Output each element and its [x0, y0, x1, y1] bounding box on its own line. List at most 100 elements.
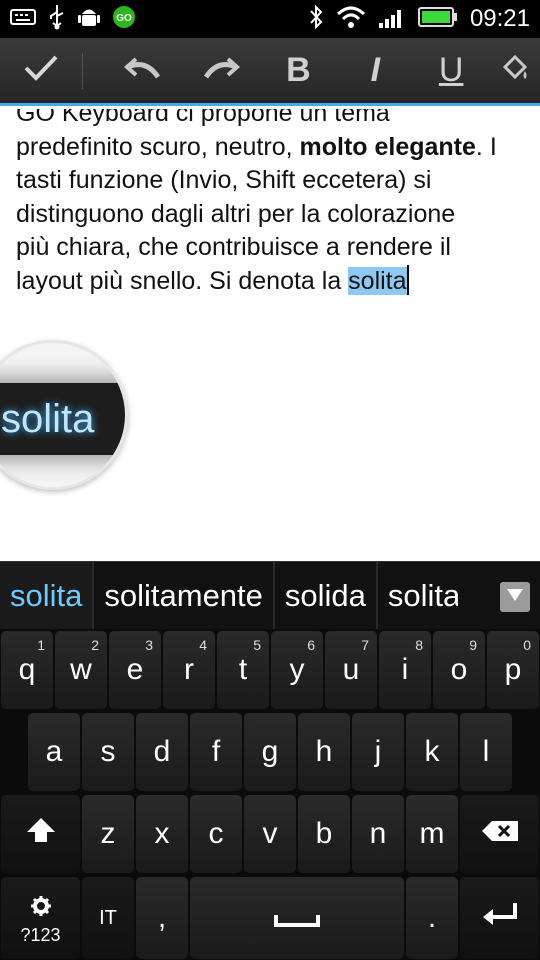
key-c[interactable]: c	[190, 795, 242, 873]
key-o[interactable]: 9o	[433, 631, 485, 709]
undo-icon	[123, 55, 162, 86]
go-keyboard-icon: GO	[112, 5, 136, 34]
key-q[interactable]: 1q	[1, 631, 53, 709]
comma-label: ,	[157, 901, 167, 934]
document-area[interactable]: GO Keyboard ci propone un tema predefini…	[0, 109, 540, 561]
key-label: o	[450, 653, 468, 686]
expand-suggestions-button[interactable]	[500, 582, 530, 612]
key-w[interactable]: 2w	[55, 631, 107, 709]
comma-key[interactable]: ,	[136, 877, 188, 959]
key-label: f	[211, 735, 221, 768]
suggestion-item[interactable]: solitamente	[94, 561, 275, 630]
space-icon	[274, 901, 320, 935]
suggestion-item[interactable]: solida	[275, 561, 378, 630]
text-line: predefinito scuro, neutro, molto elegant…	[16, 131, 526, 165]
key-g[interactable]: g	[244, 713, 296, 791]
battery-icon	[417, 6, 458, 33]
enter-key[interactable]	[460, 877, 539, 959]
key-label: q	[18, 653, 36, 686]
key-label: p	[504, 653, 522, 686]
key-hint: 0	[523, 637, 531, 653]
bold-button[interactable]: B	[261, 37, 337, 105]
key-label: y	[289, 653, 305, 686]
key-v[interactable]: v	[244, 795, 296, 873]
status-bar: GO 09:21	[0, 0, 540, 38]
key-a[interactable]: a	[28, 713, 80, 791]
magnifier-text: solita	[1, 397, 95, 441]
space-key[interactable]	[190, 877, 404, 959]
key-label: l	[482, 735, 490, 768]
italic-icon: I	[370, 51, 381, 89]
undo-button[interactable]	[105, 37, 181, 105]
suggestion-item[interactable]: solita	[378, 562, 458, 630]
key-label: j	[374, 735, 382, 768]
key-label: b	[315, 817, 333, 850]
key-label: n	[369, 817, 387, 850]
key-i[interactable]: 8i	[379, 631, 431, 709]
key-e[interactable]: 3e	[109, 631, 161, 709]
text-segment: predefinito scuro, neutro,	[16, 132, 300, 161]
key-r[interactable]: 4r	[163, 631, 215, 709]
status-time: 09:21	[469, 5, 530, 32]
key-l[interactable]: l	[460, 713, 512, 791]
key-m[interactable]: m	[406, 795, 458, 873]
key-hint: 5	[253, 637, 261, 653]
key-hint: 2	[91, 637, 99, 653]
toolbar-gap	[83, 37, 105, 105]
key-label: w	[70, 653, 92, 686]
text-cursor	[406, 264, 409, 295]
key-label: t	[238, 653, 248, 686]
settings-icon	[30, 891, 52, 925]
key-hint: 8	[415, 637, 423, 653]
key-d[interactable]: d	[136, 713, 188, 791]
key-b[interactable]: b	[298, 795, 350, 873]
key-label: m	[419, 817, 445, 850]
key-label: h	[315, 735, 333, 768]
key-label: x	[154, 817, 170, 850]
key-t[interactable]: 5t	[217, 631, 269, 709]
suggestion-item[interactable]: solita	[0, 561, 95, 630]
key-f[interactable]: f	[190, 713, 242, 791]
selected-word[interactable]: solita	[348, 266, 407, 295]
key-n[interactable]: n	[352, 795, 404, 873]
android-debug-icon	[78, 5, 100, 34]
fill-color-button[interactable]	[488, 37, 540, 105]
symbols-label: ?123	[20, 924, 61, 945]
key-s[interactable]: s	[82, 713, 134, 791]
key-label: d	[153, 735, 171, 768]
backspace-key[interactable]	[460, 795, 539, 873]
redo-icon	[202, 55, 240, 86]
formatting-toolbar: B I U	[0, 38, 540, 106]
keyboard-icon	[10, 8, 36, 30]
text-line: più chiara, che contribuisce a rendere i…	[16, 233, 451, 261]
period-key[interactable]: .	[406, 877, 458, 959]
shift-key[interactable]	[1, 795, 80, 873]
text-segment: layout più snello. Si denota la	[16, 266, 349, 295]
key-u[interactable]: 7u	[325, 631, 377, 709]
key-label: i	[401, 653, 409, 686]
key-p[interactable]: 0p	[487, 631, 539, 709]
key-hint: 3	[145, 637, 153, 653]
redo-button[interactable]	[181, 37, 261, 105]
done-button[interactable]	[0, 37, 82, 105]
key-label: s	[100, 735, 116, 768]
language-key[interactable]: IT	[82, 877, 134, 959]
underline-button[interactable]: U	[414, 37, 488, 105]
symbols-key[interactable]: ?123	[1, 877, 80, 959]
key-k[interactable]: k	[406, 713, 458, 791]
status-left: GO	[10, 4, 136, 35]
text-line: layout più snello. Si denota la solita	[16, 264, 526, 299]
key-hint: 1	[37, 637, 45, 653]
key-y[interactable]: 6y	[271, 631, 323, 709]
key-j[interactable]: j	[352, 713, 404, 791]
key-z[interactable]: z	[82, 795, 134, 873]
fill-color-icon	[499, 53, 529, 88]
document-paragraph[interactable]: GO Keyboard ci propone un tema predefini…	[16, 109, 526, 298]
key-h[interactable]: h	[298, 713, 350, 791]
period-label: .	[427, 901, 437, 934]
text-line: tasti funzione (Invio, Shift eccetera) s…	[16, 166, 432, 194]
key-x[interactable]: x	[136, 795, 188, 873]
italic-button[interactable]: I	[336, 37, 414, 105]
signal-icon	[378, 5, 406, 34]
key-hint: 7	[361, 637, 369, 653]
